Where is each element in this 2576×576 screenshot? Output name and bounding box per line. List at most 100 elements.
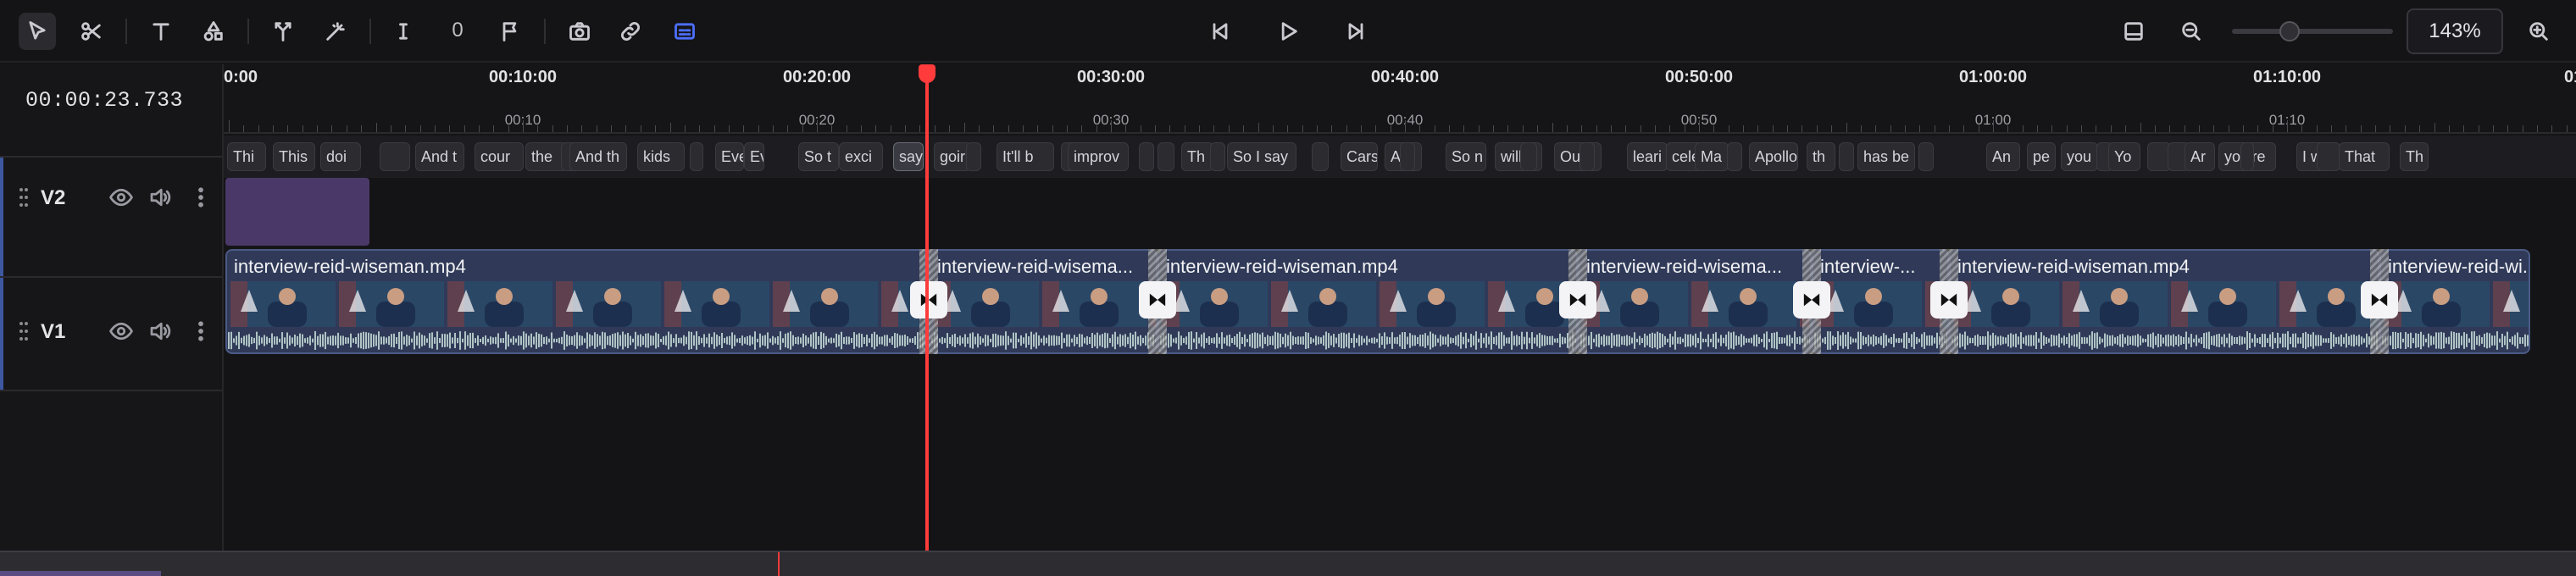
caption-chip[interactable] (690, 142, 703, 171)
more-vertical-icon[interactable] (188, 185, 214, 210)
caption-chip[interactable]: th (1807, 142, 1835, 171)
caption-chip[interactable]: So t (798, 142, 839, 171)
caption-chip[interactable]: That (2339, 142, 2390, 171)
timeline-scrollbar[interactable] (0, 551, 2576, 576)
play-button[interactable] (1269, 13, 1307, 50)
caption-chip[interactable]: And t (415, 142, 464, 171)
transition-button[interactable] (910, 281, 947, 318)
caption-chip[interactable] (1210, 142, 1225, 171)
captions-tool-button[interactable] (666, 13, 703, 50)
caption-chip[interactable]: you (2061, 142, 2098, 171)
caption-chip[interactable]: Ev (744, 142, 764, 171)
speaker-icon[interactable] (147, 185, 173, 210)
drag-handle-icon[interactable] (19, 320, 29, 342)
ruler-tick (2551, 125, 2553, 132)
caption-chip[interactable] (1839, 142, 1854, 171)
caption-chip[interactable] (1312, 142, 1329, 171)
caption-chip[interactable]: Th (1181, 142, 1213, 171)
caption-chip[interactable] (380, 142, 410, 171)
ruler-tick (1948, 125, 1950, 132)
caption-chip[interactable]: has be (1857, 142, 1915, 171)
caption-chip[interactable]: It'll b (997, 142, 1054, 171)
skip-back-button[interactable] (1202, 13, 1239, 50)
transition-button[interactable] (1559, 281, 1596, 318)
transition-button[interactable] (2361, 281, 2398, 318)
flag-tool-button[interactable] (491, 13, 529, 50)
caption-chip[interactable]: Apollo (1749, 142, 1798, 171)
caption-chip[interactable]: This (273, 142, 315, 171)
track-header-v1[interactable]: V1 (0, 276, 222, 391)
caption-chip[interactable] (2240, 142, 2254, 171)
razor-tool-button[interactable] (73, 13, 110, 50)
link-tool-button[interactable] (612, 13, 649, 50)
caption-chip[interactable] (1520, 142, 1537, 171)
caption-chip[interactable]: cour (475, 142, 524, 171)
snapshot-tool-button[interactable] (561, 13, 598, 50)
caption-chip[interactable] (1158, 142, 1174, 171)
eye-icon[interactable] (108, 318, 134, 344)
magic-tool-button[interactable] (317, 13, 354, 50)
caption-chip[interactable]: say (893, 142, 924, 171)
video-clip[interactable]: interview-... (1812, 249, 1949, 354)
caption-chip[interactable] (966, 142, 981, 171)
time-ruler[interactable]: 0:00 00:10:00 00:20:00 00:30:00 00:40:00 00:5… (224, 64, 2576, 134)
caption-chip[interactable] (2317, 142, 2340, 171)
caption-chip[interactable] (1918, 142, 1934, 171)
caption-chip[interactable]: improv (1068, 142, 1129, 171)
track-header-v2[interactable]: V2 (0, 156, 222, 276)
scrollbar-thumb[interactable] (0, 571, 161, 576)
skip-forward-button[interactable] (1337, 13, 1374, 50)
caption-chip[interactable]: kids (637, 142, 685, 171)
select-tool-button[interactable] (19, 13, 56, 50)
text-tool-button[interactable] (142, 13, 180, 50)
zoom-slider-knob[interactable] (2279, 21, 2301, 42)
v2-overlay-clip[interactable] (225, 178, 369, 246)
shapes-tool-button[interactable] (195, 13, 232, 50)
ruler-tick (861, 125, 863, 132)
caption-chip[interactable]: doi (320, 142, 361, 171)
video-clip[interactable]: interview-reid-wiseman.mp4 (1949, 249, 2379, 354)
transition-button[interactable] (1139, 281, 1176, 318)
zoom-out-button[interactable] (2173, 13, 2210, 50)
caption-chip[interactable]: Ar (2185, 142, 2215, 171)
more-vertical-icon[interactable] (188, 318, 214, 344)
caption-chip[interactable] (1727, 142, 1742, 171)
zoom-slider[interactable] (2232, 29, 2393, 34)
playhead[interactable] (924, 69, 929, 551)
layout-toggle-button[interactable] (2115, 13, 2152, 50)
caption-chip[interactable]: Yo (2108, 142, 2140, 171)
video-clip[interactable]: interview-reid-wiseman.mp4 (225, 249, 929, 354)
marker-in-button[interactable] (385, 13, 422, 50)
caption-chip[interactable]: exci (839, 142, 883, 171)
caption-chip[interactable] (1139, 142, 1154, 171)
caption-chip[interactable]: Eve (715, 142, 744, 171)
video-frame-thumbnail (773, 281, 878, 327)
caption-chip[interactable]: Th (2400, 142, 2429, 171)
caption-chip[interactable]: And th (569, 142, 627, 171)
caption-chip[interactable]: So n (1446, 142, 1486, 171)
video-clip[interactable]: interview-reid-wisema... (929, 249, 1158, 354)
speaker-icon[interactable] (147, 318, 173, 344)
caption-chip[interactable]: Thi (227, 142, 266, 171)
caption-chip[interactable] (1579, 142, 1595, 171)
caption-chip[interactable]: Ma (1695, 142, 1729, 171)
caption-chip[interactable]: leari (1627, 142, 1668, 171)
zoom-level-field[interactable]: 143% (2407, 8, 2503, 54)
transition-button[interactable] (1930, 281, 1968, 318)
caption-chip[interactable]: So I say (1227, 142, 1296, 171)
ruler-tick (2331, 125, 2333, 132)
zoom-in-button[interactable] (2520, 13, 2557, 50)
drag-handle-icon[interactable] (19, 186, 29, 208)
caption-chip[interactable]: pe (2027, 142, 2056, 171)
caption-chip[interactable] (1400, 142, 1415, 171)
video-clip[interactable]: interview-reid-wi... (2379, 249, 2530, 354)
video-clip[interactable]: interview-reid-wiseman.mp4 (1158, 249, 1578, 354)
video-clip[interactable]: interview-reid-wisema... (1578, 249, 1812, 354)
caption-chip[interactable]: Cars (1341, 142, 1378, 171)
eye-icon[interactable] (108, 185, 134, 210)
transition-button[interactable] (1793, 281, 1830, 318)
split-tool-button[interactable] (264, 13, 302, 50)
caption-chip[interactable]: An (1986, 142, 2020, 171)
ruler-tick (2301, 125, 2303, 132)
audio-waveform (1951, 331, 2378, 350)
